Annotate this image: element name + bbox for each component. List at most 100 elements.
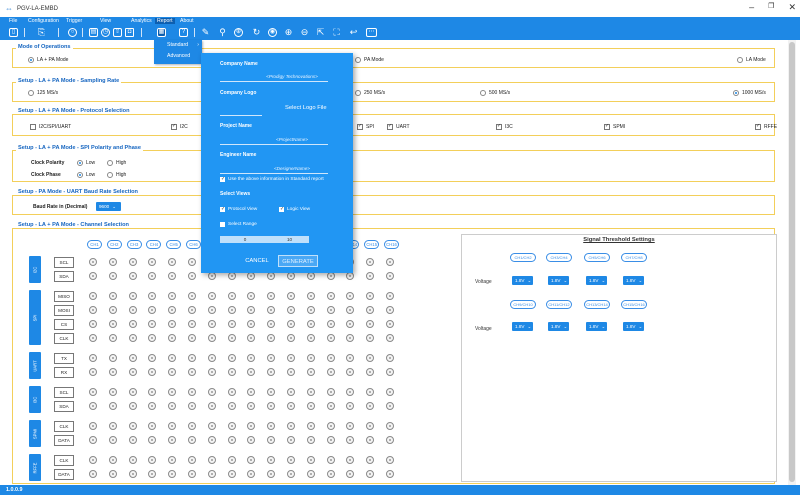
polarity-low-option[interactable]: Low <box>77 160 95 166</box>
channel-radio-i2c-sda-ch3[interactable] <box>128 272 137 280</box>
channel-radio-i2c-sda-ch8[interactable] <box>227 272 236 280</box>
channel-radio-spmi-data-ch2[interactable] <box>108 436 117 444</box>
clock-icon[interactable]: ◷ <box>101 28 110 37</box>
channel-radio-spi-mosi-ch2[interactable] <box>108 306 117 314</box>
range-from-input[interactable]: 0 <box>220 236 270 243</box>
menu-analytics[interactable]: Analytics <box>131 18 152 24</box>
channel-radio-spi-cs-ch12[interactable] <box>306 320 315 328</box>
select-range-checkbox[interactable]: Select Range <box>220 222 257 227</box>
channel-radio-spmi-clk-ch11[interactable] <box>287 422 295 430</box>
channel-radio-i2c-sda-ch11[interactable] <box>287 272 295 280</box>
channel-radio-rffe-data-ch11[interactable] <box>287 470 295 478</box>
radio-icon[interactable] <box>733 90 739 96</box>
threshold-pair-ch5-ch6[interactable]: CH5/CH6 <box>584 253 610 262</box>
channel-radio-rffe-clk-ch2[interactable] <box>108 456 117 464</box>
channel-radio-spi-mosi-ch8[interactable] <box>227 306 236 314</box>
channel-radio-uart-rx-ch8[interactable] <box>227 368 236 376</box>
protocol-uart-option[interactable]: UART <box>387 123 410 130</box>
channel-radio-spi-clk-ch16[interactable] <box>386 334 394 342</box>
channel-radio-uart-tx-ch7[interactable] <box>207 354 216 362</box>
channel-radio-uart-rx-ch2[interactable] <box>108 368 117 376</box>
channel-radio-spi-mosi-ch3[interactable] <box>128 306 137 314</box>
checkbox-icon[interactable] <box>220 222 225 227</box>
restore-button[interactable]: ❐ <box>768 2 774 13</box>
channel-radio-uart-rx-ch11[interactable] <box>287 368 295 376</box>
checkbox-icon[interactable] <box>604 123 610 130</box>
channel-radio-uart-tx-ch3[interactable] <box>128 354 137 362</box>
report-advanced-item[interactable]: Advanced <box>154 51 202 62</box>
radio-icon[interactable] <box>77 172 83 178</box>
channel-radio-uart-rx-ch13[interactable] <box>326 368 335 376</box>
channel-radio-rffe-clk-ch3[interactable] <box>128 456 137 464</box>
channel-radio-spi-miso-ch2[interactable] <box>108 292 117 300</box>
channel-radio-i2c-sda-ch13[interactable] <box>326 272 335 280</box>
channel-radio-spmi-data-ch7[interactable] <box>207 436 216 444</box>
checkbox-icon[interactable] <box>755 123 761 130</box>
channel-radio-rffe-data-ch1[interactable] <box>89 470 97 478</box>
channel-radio-rffe-data-ch2[interactable] <box>108 470 117 478</box>
channel-radio-spi-cs-ch2[interactable] <box>108 320 117 328</box>
channel-radio-spi-clk-ch1[interactable] <box>89 334 97 342</box>
channel-radio-spmi-data-ch3[interactable] <box>128 436 137 444</box>
channel-radio-i3c-sda-ch11[interactable] <box>287 402 295 410</box>
channel-radio-i3c-scl-ch16[interactable] <box>386 388 394 396</box>
channel-radio-spmi-data-ch16[interactable] <box>386 436 394 444</box>
voltage-select-ch3-ch4[interactable]: 1.8V ⌄ <box>548 276 569 285</box>
channel-radio-uart-tx-ch12[interactable] <box>306 354 315 362</box>
voltage-select-ch15-ch16[interactable]: 1.8V ⌄ <box>623 322 644 331</box>
polarity-high-option[interactable]: High <box>107 160 126 166</box>
threshold-pair-ch3-ch4[interactable]: CH3/CH4 <box>546 253 572 262</box>
channel-radio-i3c-scl-ch13[interactable] <box>326 388 335 396</box>
channel-radio-spi-cs-ch6[interactable] <box>188 320 196 328</box>
channel-radio-uart-rx-ch3[interactable] <box>128 368 137 376</box>
checkbox-icon[interactable] <box>171 123 177 130</box>
channel-radio-rffe-clk-ch8[interactable] <box>227 456 236 464</box>
channel-radio-spi-miso-ch16[interactable] <box>386 292 394 300</box>
channel-radio-uart-rx-ch12[interactable] <box>306 368 315 376</box>
protocol-view-checkbox[interactable]: Protocol View <box>220 206 257 212</box>
channel-radio-spi-mosi-ch12[interactable] <box>306 306 315 314</box>
channel-radio-spmi-clk-ch8[interactable] <box>227 422 236 430</box>
voltage-select-ch11-ch12[interactable]: 1.8V ⌄ <box>548 322 569 331</box>
channel-header-6[interactable]: CH6 <box>186 240 201 249</box>
menu-file[interactable]: File <box>9 18 17 24</box>
sampling-250-option[interactable]: 250 MS/s <box>355 90 385 96</box>
channel-radio-spi-cs-ch3[interactable] <box>128 320 137 328</box>
channel-radio-i3c-scl-ch12[interactable] <box>306 388 315 396</box>
engineer-name-input[interactable]: <DesignerName> <box>256 166 328 171</box>
channel-radio-spi-miso-ch1[interactable] <box>89 292 97 300</box>
channel-radio-i2c-scl-ch6[interactable] <box>188 258 196 266</box>
channel-radio-i3c-sda-ch6[interactable] <box>188 402 196 410</box>
checkbox-icon[interactable] <box>30 124 36 130</box>
protocol-i2c-spi-uart-option[interactable]: I2C/SPI/UART <box>30 124 71 130</box>
logic-view-checkbox[interactable]: Logic View <box>279 206 310 212</box>
mode-la-option[interactable]: LA Mode <box>737 57 766 63</box>
threshold-pair-ch11-ch12[interactable]: CH11/CH12 <box>546 300 572 309</box>
radio-icon[interactable] <box>107 172 113 178</box>
threshold-pair-ch9-ch10[interactable]: CH9/CH10 <box>510 300 536 309</box>
channel-radio-uart-tx-ch8[interactable] <box>227 354 236 362</box>
channel-radio-spi-cs-ch16[interactable] <box>386 320 394 328</box>
channel-radio-spmi-clk-ch2[interactable] <box>108 422 117 430</box>
phase-high-option[interactable]: High <box>107 172 126 178</box>
channel-header-3[interactable]: CH3 <box>126 240 142 249</box>
channel-radio-spi-mosi-ch16[interactable] <box>386 306 394 314</box>
channel-radio-i2c-scl-ch1[interactable] <box>89 258 97 266</box>
channel-radio-i3c-sda-ch8[interactable] <box>227 402 236 410</box>
channel-radio-spmi-clk-ch6[interactable] <box>188 422 196 430</box>
radio-icon[interactable] <box>28 57 34 63</box>
channel-radio-spi-miso-ch11[interactable] <box>287 292 295 300</box>
menu-report[interactable]: Report <box>155 18 175 24</box>
channel-header-1[interactable]: CH1 <box>87 240 102 249</box>
marker-icon[interactable]: ⚲ <box>218 28 227 37</box>
channel-radio-i2c-scl-ch2[interactable] <box>108 258 117 266</box>
channel-radio-spi-mosi-ch6[interactable] <box>188 306 196 314</box>
channel-radio-uart-rx-ch6[interactable] <box>188 368 196 376</box>
channel-radio-spi-clk-ch2[interactable] <box>108 334 117 342</box>
channel-radio-spi-miso-ch6[interactable] <box>188 292 196 300</box>
voltage-select-ch9-ch10[interactable]: 1.8V ⌄ <box>512 322 533 331</box>
channel-radio-rffe-data-ch8[interactable] <box>227 470 236 478</box>
channel-radio-uart-tx-ch2[interactable] <box>108 354 117 362</box>
voltage-select-ch13-ch14[interactable]: 1.8V ⌄ <box>586 322 607 331</box>
channel-radio-spmi-clk-ch1[interactable] <box>89 422 97 430</box>
